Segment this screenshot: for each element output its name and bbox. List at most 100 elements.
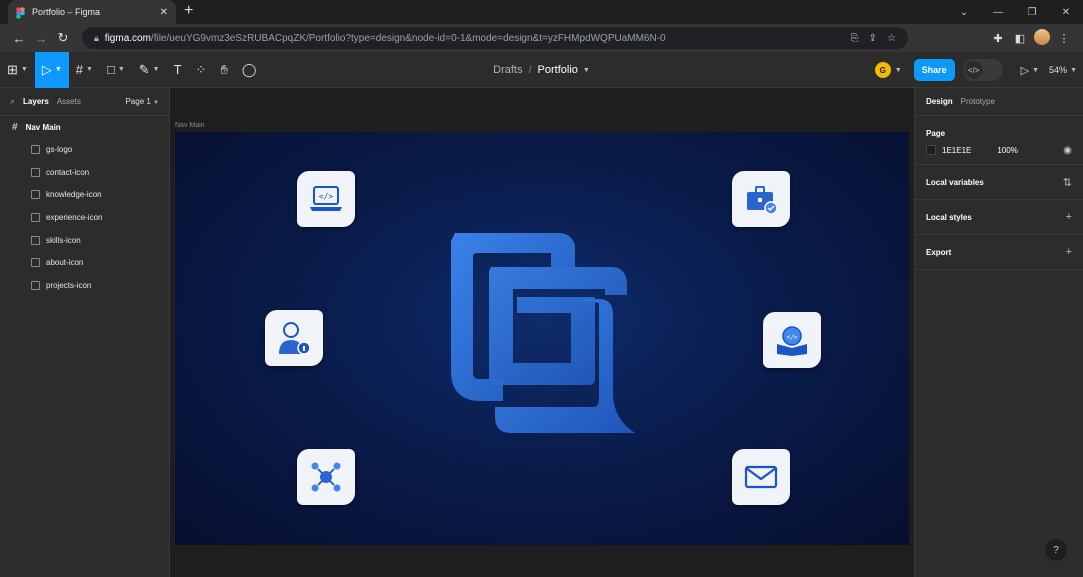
local-styles-section: Local styles +: [915, 200, 1083, 235]
clipboard-icon[interactable]: ⎘: [851, 33, 859, 44]
text-tool-icon: T: [173, 62, 182, 77]
side-panel-icon[interactable]: ◧: [1009, 32, 1031, 45]
variables-icon[interactable]: ⇅: [1063, 176, 1072, 189]
plus-icon[interactable]: +: [1066, 246, 1072, 258]
toolbar-right: G ▼ Share </> ▷ ▼ 54% ▼: [874, 52, 1077, 88]
search-icon[interactable]: ⌕: [10, 96, 15, 107]
forward-icon[interactable]: →: [30, 31, 52, 46]
layer-name: experience-icon: [46, 212, 103, 222]
resources-icon: ⁘: [195, 61, 207, 77]
address-bar: ← → ↻ 🔒︎ figma.com/file/ueuYG9vmz3eSzRUB…: [0, 24, 1083, 52]
user-avatar[interactable]: G: [874, 62, 891, 78]
knowledge-icon[interactable]: </>: [763, 312, 821, 368]
about-icon[interactable]: [265, 310, 323, 366]
minimize-icon[interactable]: —: [981, 7, 1015, 18]
browser-tab[interactable]: Portfolio – Figma ✕: [8, 0, 176, 24]
restore-icon[interactable]: ❐: [1015, 7, 1049, 18]
local-styles-row[interactable]: Local styles +: [926, 200, 1072, 234]
kebab-menu-icon[interactable]: ⋮: [1053, 32, 1075, 45]
image-layer-icon: [31, 235, 40, 245]
layer-item[interactable]: knowledge-icon: [0, 183, 169, 206]
chevron-down-icon: ▼: [153, 100, 159, 106]
url-input[interactable]: 🔒︎ figma.com/file/ueuYG9vmz3eSzRUBACpqZK…: [82, 27, 908, 49]
chevron-down-icon[interactable]: ▼: [583, 67, 590, 74]
canvas[interactable]: Nav Main </> </>: [170, 88, 914, 577]
zoom-level[interactable]: 54%: [1049, 65, 1067, 75]
share-button[interactable]: Share: [913, 59, 955, 81]
tab-assets[interactable]: Assets: [57, 97, 81, 106]
shape-tool-button[interactable]: □ ▼: [100, 52, 132, 88]
new-tab-button[interactable]: +: [184, 2, 193, 20]
text-tool-button[interactable]: T: [167, 52, 189, 88]
local-variables-section: Local variables ⇅: [915, 165, 1083, 200]
extensions-area: ✚ ◧ ⋮: [987, 28, 1075, 48]
page-opacity-value[interactable]: 100%: [997, 146, 1017, 155]
help-button[interactable]: ?: [1045, 539, 1067, 561]
layer-frame-nav-main[interactable]: # Nav Main: [0, 116, 169, 138]
puzzle-icon[interactable]: ✚: [987, 32, 1009, 45]
rectangle-icon: □: [106, 62, 115, 77]
layer-item[interactable]: gs-logo: [0, 138, 169, 161]
dev-mode-toggle[interactable]: </>: [962, 59, 1003, 81]
chevron-down-icon[interactable]: ▼: [1070, 67, 1077, 74]
pen-tool-button[interactable]: ✎ ▼: [132, 52, 167, 88]
layer-item[interactable]: projects-icon: [0, 274, 169, 297]
breadcrumb-drafts[interactable]: Drafts: [493, 64, 522, 76]
frame-tool-button[interactable]: # ▼: [69, 52, 100, 88]
hand-tool-button[interactable]: ✋︎: [213, 52, 234, 88]
back-icon[interactable]: ←: [8, 31, 30, 46]
layer-item[interactable]: experience-icon: [0, 206, 169, 229]
url-host: figma.com: [104, 32, 151, 44]
window-controls: ⌄ — ❐ ✕: [947, 0, 1083, 24]
main-menu-button[interactable]: ⊞ ▼: [0, 52, 35, 88]
bookmark-star-icon[interactable]: ☆: [887, 33, 896, 44]
chevron-down-icon[interactable]: ▼: [895, 67, 902, 74]
layer-item[interactable]: skills-icon: [0, 229, 169, 252]
cursor-icon: ▷: [41, 61, 52, 77]
share-page-icon[interactable]: ⇪: [869, 33, 877, 44]
move-tool-button[interactable]: ▷ ▼: [34, 51, 69, 88]
profile-avatar[interactable]: [1031, 28, 1053, 48]
figma-favicon-icon: [16, 6, 25, 19]
experience-icon[interactable]: [732, 171, 790, 227]
projects-icon[interactable]: [297, 449, 355, 505]
svg-text:</>: </>: [319, 192, 334, 201]
file-name[interactable]: Portfolio: [538, 64, 578, 76]
layer-item[interactable]: contact-icon: [0, 161, 169, 184]
chevron-down-icon[interactable]: ⌄: [947, 7, 981, 18]
local-variables-row[interactable]: Local variables ⇅: [926, 165, 1072, 199]
frame-label[interactable]: Nav Main: [175, 122, 205, 129]
figma-menu-icon: ⊞: [7, 61, 18, 77]
envelope-icon: [744, 465, 778, 489]
figma-toolbar: ⊞ ▼ ▷ ▼ # ▼ □ ▼ ✎ ▼ T ⁘ ✋︎ ◯ Drafts / Portfol…: [0, 51, 1083, 88]
skills-icon[interactable]: </>: [297, 171, 355, 227]
tab-design[interactable]: Design: [926, 97, 953, 106]
close-tab-icon[interactable]: ✕: [160, 7, 168, 18]
browser-tab-bar: Portfolio – Figma ✕ + ⌄ — ❐ ✕: [0, 0, 1083, 24]
right-panel-tabs: Design Prototype: [915, 88, 1083, 116]
comment-tool-button[interactable]: ◯: [235, 52, 264, 88]
eye-icon[interactable]: ◉: [1063, 145, 1072, 156]
export-row[interactable]: Export +: [926, 235, 1072, 269]
hand-icon: ✋︎: [220, 61, 228, 77]
color-swatch[interactable]: [926, 145, 936, 155]
export-section: Export +: [915, 235, 1083, 270]
image-layer-icon: [31, 167, 40, 177]
nav-main-frame[interactable]: </> </>: [175, 132, 909, 545]
tab-layers[interactable]: Layers: [23, 97, 49, 106]
layer-item[interactable]: about-icon: [0, 251, 169, 274]
tab-prototype[interactable]: Prototype: [961, 97, 995, 106]
page-selector[interactable]: Page 1 ▼: [125, 97, 159, 106]
reload-icon[interactable]: ↻: [52, 30, 74, 46]
resources-button[interactable]: ⁘: [189, 52, 214, 88]
contact-icon[interactable]: [732, 449, 790, 505]
gs-logo[interactable]: [451, 233, 635, 433]
layer-name: projects-icon: [46, 280, 92, 290]
plus-icon[interactable]: +: [1066, 211, 1072, 223]
chevron-down-icon[interactable]: ▼: [1032, 67, 1039, 74]
page-name: Page 1: [125, 97, 151, 106]
page-color-value[interactable]: 1E1E1E: [942, 146, 971, 155]
present-play-icon[interactable]: ▷: [1021, 64, 1029, 77]
section-title: Local styles: [926, 212, 972, 222]
close-window-icon[interactable]: ✕: [1049, 7, 1083, 18]
